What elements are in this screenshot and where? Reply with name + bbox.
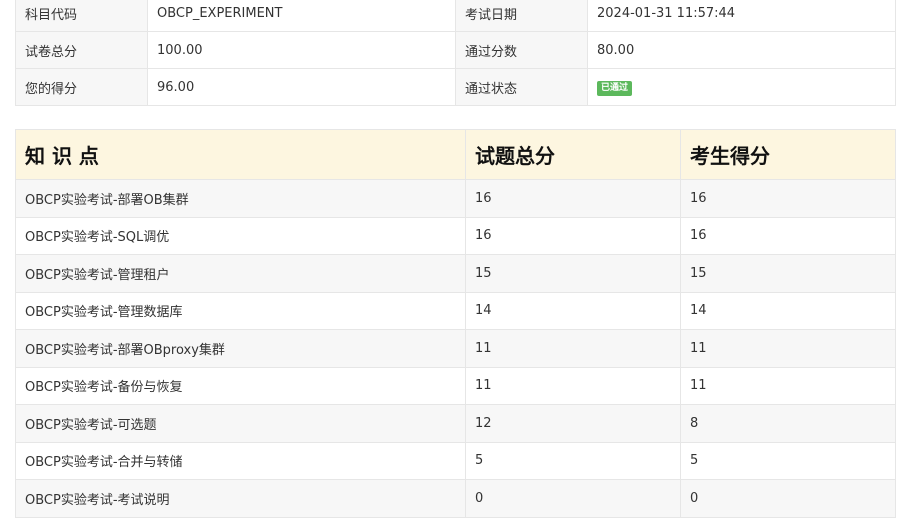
topic-cell: OBCP实验考试-SQL调优 bbox=[15, 216, 466, 255]
topic-cell: OBCP实验考试-部署OBproxy集群 bbox=[15, 329, 466, 368]
candidate-score-cell: 15 bbox=[680, 254, 896, 293]
total-score-cell: 0 bbox=[465, 479, 681, 518]
subject-code-label: 科目代码 bbox=[15, 0, 148, 32]
info-row-scores: 试卷总分 100.00 通过分数 80.00 bbox=[15, 31, 896, 69]
subject-code-value: OBCP_EXPERIMENT bbox=[147, 0, 456, 32]
your-score-value: 96.00 bbox=[147, 68, 456, 106]
table-row: OBCP实验考试-合并与转储 5 5 bbox=[15, 441, 896, 480]
total-score-cell: 15 bbox=[465, 254, 681, 293]
topic-cell: OBCP实验考试-备份与恢复 bbox=[15, 366, 466, 405]
table-row: OBCP实验考试-可选题 12 8 bbox=[15, 404, 896, 443]
total-score-label: 试卷总分 bbox=[15, 31, 148, 69]
total-score-cell: 5 bbox=[465, 441, 681, 480]
candidate-score-cell: 16 bbox=[680, 216, 896, 255]
header-total-score: 试题总分 bbox=[465, 129, 681, 180]
candidate-score-cell: 11 bbox=[680, 329, 896, 368]
topic-cell: OBCP实验考试-管理数据库 bbox=[15, 291, 466, 330]
table-row: OBCP实验考试-管理数据库 14 14 bbox=[15, 291, 896, 330]
topic-cell: OBCP实验考试-考试说明 bbox=[15, 479, 466, 518]
total-score-cell: 16 bbox=[465, 179, 681, 218]
table-row: OBCP实验考试-部署OB集群 16 16 bbox=[15, 179, 896, 218]
total-score-cell: 12 bbox=[465, 404, 681, 443]
total-score-cell: 11 bbox=[465, 366, 681, 405]
candidate-score-cell: 5 bbox=[680, 441, 896, 480]
pass-score-value: 80.00 bbox=[587, 31, 896, 69]
candidate-score-cell: 14 bbox=[680, 291, 896, 330]
total-score-cell: 16 bbox=[465, 216, 681, 255]
table-row: OBCP实验考试-SQL调优 16 16 bbox=[15, 216, 896, 255]
topic-cell: OBCP实验考试-管理租户 bbox=[15, 254, 466, 293]
pass-status-cell: 已通过 bbox=[587, 68, 896, 106]
total-score-cell: 11 bbox=[465, 329, 681, 368]
exam-info-table: 科目代码 OBCP_EXPERIMENT 考试日期 2024-01-31 11:… bbox=[15, 0, 896, 106]
total-score-value: 100.00 bbox=[147, 31, 456, 69]
info-row-subject: 科目代码 OBCP_EXPERIMENT 考试日期 2024-01-31 11:… bbox=[15, 0, 896, 32]
knowledge-header-row: 知 识 点 试题总分 考生得分 bbox=[15, 129, 896, 180]
exam-result-page: 科目代码 OBCP_EXPERIMENT 考试日期 2024-01-31 11:… bbox=[0, 0, 910, 528]
knowledge-point-table: 知 识 点 试题总分 考生得分 OBCP实验考试-部署OB集群 16 16 OB… bbox=[15, 129, 896, 518]
pass-score-label: 通过分数 bbox=[455, 31, 588, 69]
candidate-score-cell: 16 bbox=[680, 179, 896, 218]
table-row: OBCP实验考试-考试说明 0 0 bbox=[15, 479, 896, 518]
pass-status-label: 通过状态 bbox=[455, 68, 588, 106]
topic-cell: OBCP实验考试-合并与转储 bbox=[15, 441, 466, 480]
header-candidate-score: 考生得分 bbox=[680, 129, 896, 180]
pass-status-badge: 已通过 bbox=[597, 80, 633, 96]
topic-cell: OBCP实验考试-可选题 bbox=[15, 404, 466, 443]
header-topic: 知 识 点 bbox=[15, 129, 466, 180]
candidate-score-cell: 11 bbox=[680, 366, 896, 405]
exam-date-label: 考试日期 bbox=[455, 0, 588, 32]
table-row: OBCP实验考试-管理租户 15 15 bbox=[15, 254, 896, 293]
total-score-cell: 14 bbox=[465, 291, 681, 330]
candidate-score-cell: 0 bbox=[680, 479, 896, 518]
table-row: OBCP实验考试-备份与恢复 11 11 bbox=[15, 366, 896, 405]
exam-date-value: 2024-01-31 11:57:44 bbox=[587, 0, 896, 32]
topic-cell: OBCP实验考试-部署OB集群 bbox=[15, 179, 466, 218]
info-row-result: 您的得分 96.00 通过状态 已通过 bbox=[15, 68, 896, 106]
your-score-label: 您的得分 bbox=[15, 68, 148, 106]
table-row: OBCP实验考试-部署OBproxy集群 11 11 bbox=[15, 329, 896, 368]
candidate-score-cell: 8 bbox=[680, 404, 896, 443]
